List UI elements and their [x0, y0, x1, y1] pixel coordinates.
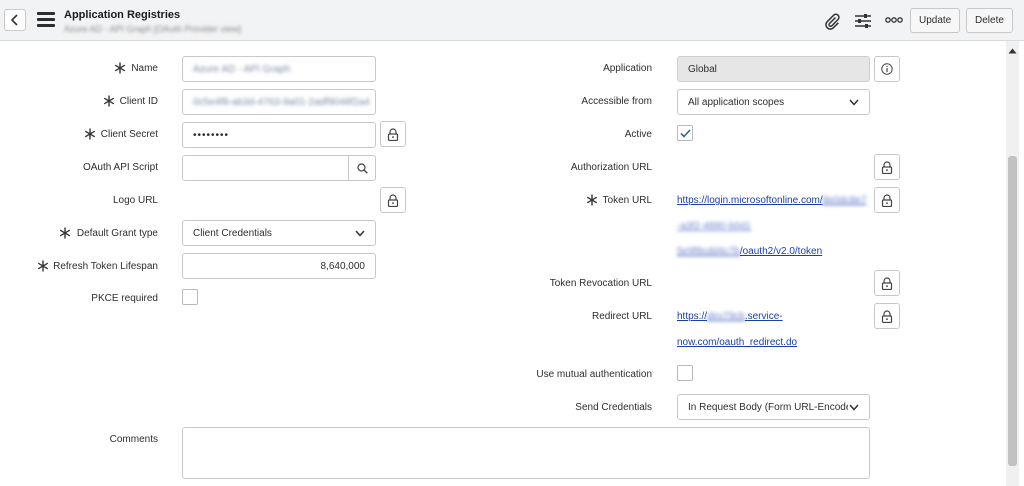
token-url-lock-button[interactable] — [874, 187, 900, 213]
chevron-left-icon — [10, 14, 18, 26]
redirect-url-link[interactable]: https://dev79cb.service- — [677, 311, 783, 322]
send-credentials-value: In Request Body (Form URL-Encoded) — [688, 401, 848, 413]
redirect-url-prefix: https:// — [677, 311, 708, 322]
token-revocation-url-label: Token Revocation URL — [549, 278, 652, 289]
send-credentials-select[interactable]: In Request Body (Form URL-Encoded) — [677, 394, 870, 420]
lock-icon — [881, 276, 893, 290]
redirect-url-label: Redirect URL — [591, 311, 652, 322]
chevron-down-icon — [849, 99, 859, 106]
accessible-from-select[interactable]: All application scopes — [677, 89, 870, 115]
form-header: Application Registries Azure AD - API Gr… — [0, 0, 1024, 41]
token-url-redacted: 8e0dc8e7 — [822, 195, 867, 206]
token-url-redacted: 5e9f8cdd4c7b — [677, 246, 740, 257]
scrollbar-thumb[interactable] — [1008, 156, 1017, 466]
info-icon — [881, 63, 893, 75]
name-value: Azure AD - API Graph — [193, 63, 291, 75]
refresh-token-lifespan-value: 8,640,000 — [320, 260, 366, 272]
client-id-label: Client ID — [119, 96, 158, 107]
accessible-from-label: Accessible from — [581, 96, 652, 107]
client-secret-label: Client Secret — [100, 129, 158, 140]
send-credentials-label: Send Credentials — [575, 402, 652, 413]
use-mutual-authentication-checkbox[interactable] — [677, 365, 693, 381]
page-title: Application Registries — [64, 9, 181, 21]
search-button[interactable] — [348, 156, 375, 180]
name-input[interactable]: Azure AD - API Graph — [182, 56, 376, 82]
delete-button[interactable]: Delete — [966, 8, 1013, 33]
token-revocation-url-lock-button[interactable] — [874, 270, 900, 296]
chevron-down-icon — [849, 404, 859, 411]
oauth-api-script-label: OAuth API Script — [82, 162, 158, 173]
use-mutual-authentication-label: Use mutual authentication — [536, 369, 652, 380]
client-id-input[interactable]: 0c5e4f8-ab3d-4763-9a01-2adf9048f2a4 — [182, 89, 376, 115]
back-button[interactable] — [4, 9, 26, 31]
oauth-api-script-input[interactable] — [182, 155, 376, 181]
client-secret-input[interactable]: •••••••• — [182, 122, 376, 148]
application-label: Application — [603, 63, 652, 74]
active-label: Active — [624, 129, 652, 140]
application-value: Global — [688, 63, 717, 75]
comments-label: Comments — [109, 434, 158, 445]
redirect-url-suffix: .service- — [744, 311, 783, 322]
paperclip-icon[interactable] — [822, 11, 842, 31]
default-grant-type-label: Default Grant type — [76, 228, 158, 239]
client-secret-value: •••••••• — [193, 129, 230, 141]
token-url-line1: https://login.microsoftonline.com/ — [677, 195, 823, 206]
default-grant-type-select[interactable]: Client Credentials — [182, 220, 376, 246]
authorization-url-label: Authorization URL — [570, 162, 652, 173]
lock-icon — [881, 309, 893, 323]
pkce-required-label: PKCE required — [91, 293, 158, 304]
token-url-line3: /oauth2/v2.0/token — [739, 246, 823, 257]
refresh-token-lifespan-label: Refresh Token Lifespan — [53, 261, 158, 272]
application-field: Global — [677, 56, 870, 82]
lock-icon — [881, 160, 893, 174]
active-checkbox[interactable] — [677, 125, 693, 141]
redirect-url-line2[interactable]: now.com/oauth_redirect.do — [677, 337, 797, 348]
application-info-button[interactable] — [874, 56, 900, 82]
lock-icon — [387, 127, 399, 141]
token-url-label: Token URL — [602, 195, 652, 206]
logo-url-label: Logo URL — [112, 195, 158, 206]
client-secret-lock-button[interactable] — [380, 121, 406, 147]
search-icon — [356, 162, 368, 174]
hamburger-menu-icon[interactable] — [37, 12, 55, 28]
refresh-token-lifespan-input[interactable]: 8,640,000 — [182, 253, 376, 279]
redirect-url-redacted: dev79cb — [707, 311, 745, 322]
comments-textarea[interactable] — [182, 427, 870, 479]
chevron-down-icon — [355, 230, 365, 237]
sliders-icon[interactable] — [853, 11, 873, 31]
logo-url-lock-button[interactable] — [380, 187, 406, 213]
token-url-line2[interactable]: -a3f2-4880-b0d1 — [677, 221, 751, 232]
accessible-from-value: All application scopes — [688, 96, 785, 108]
lock-icon — [881, 193, 893, 207]
client-id-value: 0c5e4f8-ab3d-4763-9a01-2adf9048f2a4 — [193, 96, 370, 108]
more-options-icon[interactable] — [884, 13, 904, 27]
default-grant-type-value: Client Credentials — [193, 227, 272, 239]
token-url-link[interactable]: https://login.microsoftonline.com/8e0dc8… — [677, 195, 867, 206]
page-subtitle: Azure AD - API Graph [OAuth Provider vie… — [64, 24, 242, 34]
lock-icon — [387, 193, 399, 207]
checkmark-icon — [679, 128, 691, 138]
redirect-url-lock-button[interactable] — [874, 303, 900, 329]
scroll-up-arrow-icon[interactable] — [1008, 48, 1017, 54]
name-label: Name — [131, 63, 158, 74]
update-button[interactable]: Update — [910, 8, 961, 33]
vertical-scrollbar[interactable] — [1006, 41, 1019, 486]
authorization-url-lock-button[interactable] — [874, 154, 900, 180]
pkce-required-checkbox[interactable] — [182, 289, 198, 305]
token-url-line3-link[interactable]: 5e9f8cdd4c7b/oauth2/v2.0/token — [677, 246, 822, 257]
